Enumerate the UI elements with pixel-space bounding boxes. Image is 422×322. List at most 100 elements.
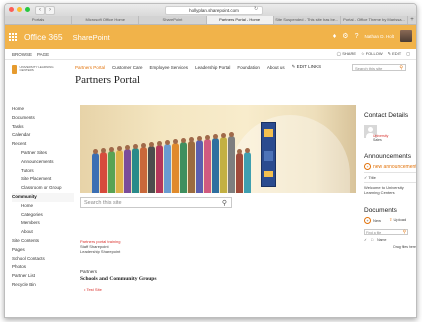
focus-icon[interactable]: ▢ — [406, 51, 410, 56]
topnav-partners-portal[interactable]: Partners Portal — [75, 65, 105, 70]
main-search-input[interactable]: Search this site ⚲ — [80, 197, 232, 208]
hero-person-head — [165, 140, 170, 145]
follow-button[interactable]: ☆ FOLLOW — [361, 51, 383, 56]
browser-tab[interactable]: Portal - Office Theme by Marissa... — [341, 16, 409, 24]
search-icon[interactable]: ⚲ — [399, 65, 403, 72]
upload-icon: ⇧ — [389, 217, 393, 222]
new-announcement-button[interactable]: + new announcement — [364, 163, 416, 170]
link-leadership-sharepoint[interactable]: Leadership Sharepoint — [80, 249, 240, 254]
left-nav-item-partner-list[interactable]: Partner List — [12, 272, 74, 281]
site-search-placeholder: Search this site — [355, 66, 383, 71]
browser-tab[interactable]: Portals — [5, 16, 73, 24]
announcements-col-title: ✓ Title — [364, 172, 416, 180]
left-nav-item-tasks[interactable]: Tasks — [12, 123, 74, 132]
new-document-button[interactable]: + New — [364, 217, 381, 224]
topnav-foundation[interactable]: Foundation — [237, 65, 260, 70]
browser-tab[interactable]: Site Suspended - This site has be... — [274, 16, 341, 24]
office365-brand[interactable]: Office 365 — [24, 32, 63, 42]
left-nav-item-documents[interactable]: Documents — [12, 114, 74, 123]
help-icon[interactable]: ? — [355, 33, 359, 40]
left-nav-item-tutors[interactable]: Tutors — [12, 167, 74, 176]
left-nav-item-school-contacts[interactable]: School Contacts — [12, 255, 74, 264]
edit-button[interactable]: ✎ EDIT — [388, 51, 402, 56]
left-nav-item-classroom-or-group[interactable]: Classroom or Group — [12, 184, 74, 193]
minimize-window-button[interactable] — [17, 7, 22, 12]
hero-person-head — [173, 139, 178, 144]
left-nav-item-partner-sites[interactable]: Partner Sites — [12, 149, 74, 158]
new-tab-icon[interactable]: + — [408, 16, 416, 24]
left-nav-item-site-contents[interactable]: Site Contents — [12, 237, 74, 246]
hero-person-head — [229, 132, 234, 137]
sharepoint-app-label[interactable]: SharePoint — [73, 33, 110, 42]
browser-titlebar: ‹ › hollyplan.sharepoint.com ↻ — [5, 4, 416, 16]
left-nav-item-about[interactable]: About — [12, 228, 74, 237]
topnav-employee-services[interactable]: Employee Services — [150, 65, 189, 70]
site-search-input[interactable]: Search this site ⚲ — [352, 64, 406, 71]
left-nav-item-community[interactable]: Community — [12, 192, 74, 202]
col-name-label[interactable]: Name — [377, 238, 386, 242]
browser-tab[interactable]: Microsoft Office Home — [72, 16, 140, 24]
app-launcher-icon[interactable] — [9, 33, 17, 41]
top-navigation: Partners Portal Customer Care Employee S… — [75, 64, 321, 70]
left-nav-item-categories[interactable]: Categories — [12, 211, 74, 220]
browser-tab[interactable]: SharePoint — [139, 16, 207, 24]
drag-drop-hint: Drag files here — [393, 245, 416, 249]
find-file-input[interactable]: Find a file ⚲ — [364, 229, 408, 235]
hero-person-figure — [164, 144, 171, 193]
hero-person-figure — [116, 150, 123, 193]
address-bar[interactable]: hollyplan.sharepoint.com — [165, 6, 263, 15]
book-band — [264, 129, 273, 137]
hero-person-head — [141, 143, 146, 148]
follow-label: FOLLOW — [365, 51, 383, 56]
left-nav-item-pages[interactable]: Pages — [12, 246, 74, 255]
hero-person-figure — [92, 153, 99, 193]
hero-person-figure — [172, 143, 179, 193]
back-arrow-icon[interactable]: ‹ — [35, 6, 45, 15]
zoom-window-button[interactable] — [25, 7, 30, 12]
gear-icon[interactable]: ⚙ — [342, 32, 348, 40]
search-icon[interactable]: ⚲ — [403, 229, 406, 235]
ribbon-tab-browse[interactable]: BROWSE — [12, 52, 32, 57]
left-nav-item-home[interactable]: Home — [12, 202, 74, 211]
hero-person-head — [197, 136, 202, 141]
edit-links-button[interactable]: ✎ EDIT LINKS — [292, 64, 321, 70]
left-nav-item-home[interactable]: Home — [12, 105, 74, 114]
user-avatar[interactable] — [400, 30, 412, 42]
bell-icon[interactable]: ♦ — [333, 33, 337, 40]
share-button[interactable]: ◯ SHARE — [337, 51, 356, 56]
search-icon[interactable]: ⚲ — [222, 198, 227, 209]
reload-icon[interactable]: ↻ — [254, 6, 258, 12]
contact-details-heading: Contact Details — [364, 112, 409, 119]
left-nav-item-calendar[interactable]: Calendar — [12, 131, 74, 140]
site-header: UNIVERSITY LEARNING CENTERS Partners Por… — [5, 60, 416, 100]
topnav-leadership-portal[interactable]: Leadership Portal — [195, 65, 230, 70]
site-logo[interactable]: UNIVERSITY LEARNING CENTERS — [12, 64, 58, 74]
browser-tab-active[interactable]: Partners Portal - Home — [206, 16, 274, 24]
announcement-row[interactable]: Welcome to University Learning Centers — [364, 182, 416, 195]
hero-person-head — [109, 147, 114, 152]
forward-arrow-icon[interactable]: › — [45, 6, 55, 15]
topnav-customer-care[interactable]: Customer Care — [112, 65, 143, 70]
hero-person-head — [205, 135, 210, 140]
ribbon-tab-page[interactable]: PAGE — [37, 52, 49, 57]
left-nav-item-announcements[interactable]: Announcements — [12, 158, 74, 167]
hero-person-head — [133, 144, 138, 149]
user-name[interactable]: Nathan D. Holt — [364, 34, 394, 39]
left-nav-item-members[interactable]: Members — [12, 219, 74, 228]
upload-button[interactable]: ⇧ Upload — [389, 217, 406, 224]
hero-person-figure — [124, 149, 131, 193]
new-doc-label: New — [373, 218, 382, 223]
ribbon-bar: BROWSE PAGE ◯ SHARE ☆ FOLLOW ✎ EDIT ▢ — [5, 49, 416, 60]
list-item[interactable]: • Test Site — [80, 287, 240, 292]
close-window-button[interactable] — [9, 7, 14, 12]
contact-info: University Sales — [373, 134, 388, 142]
find-file-placeholder: Find a file — [366, 231, 382, 235]
left-nav-item-site-placement[interactable]: Site Placement — [12, 175, 74, 184]
edit-links-label: EDIT LINKS — [296, 64, 322, 69]
topnav-about-us[interactable]: About us — [267, 65, 285, 70]
left-nav-item-photos[interactable]: Photos — [12, 263, 74, 272]
check-icon[interactable]: ✓ — [364, 238, 367, 242]
contact-line: Sales — [373, 138, 382, 142]
left-nav-item-recent[interactable]: Recent — [12, 140, 74, 149]
left-nav-item-recycle-bin[interactable]: Recycle Bin — [12, 281, 74, 290]
